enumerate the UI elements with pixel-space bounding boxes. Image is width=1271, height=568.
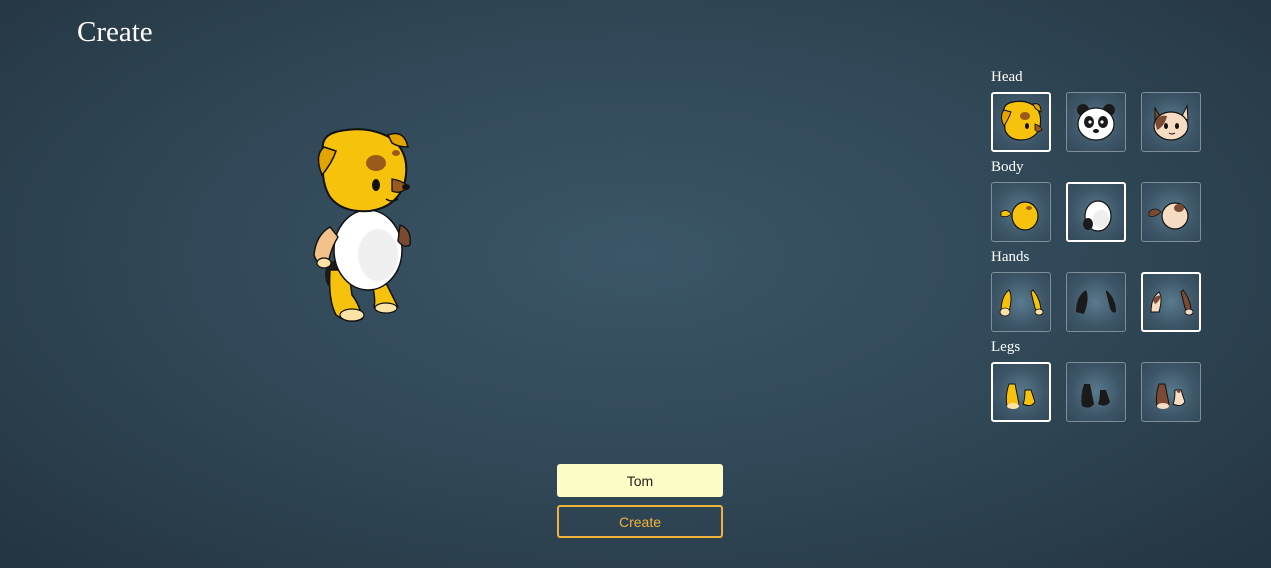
- cat-hands-icon: [1150, 289, 1194, 316]
- panda-legs-icon: [1081, 384, 1110, 408]
- legs-section: Legs: [991, 336, 1221, 422]
- hands-section-label: Hands: [991, 249, 1030, 265]
- body-option-cat[interactable]: [1141, 182, 1201, 242]
- head-option-dog[interactable]: [991, 92, 1051, 152]
- cat-legs-icon: [1155, 383, 1186, 409]
- panda-hands-icon: [1076, 290, 1116, 314]
- dog-head-icon: [1001, 100, 1043, 141]
- body-section-label: Body: [991, 159, 1024, 175]
- body-option-dog[interactable]: [991, 182, 1051, 242]
- cat-head-icon: [1153, 104, 1189, 141]
- hands-option-dog[interactable]: [991, 272, 1051, 332]
- head-option-panda[interactable]: [1066, 92, 1126, 152]
- panda-body-icon: [1083, 200, 1112, 232]
- name-input[interactable]: [557, 464, 723, 497]
- legs-option-dog[interactable]: [991, 362, 1051, 422]
- panda-head-icon: [1077, 104, 1115, 141]
- create-button[interactable]: Create: [557, 505, 723, 538]
- head-option-cat[interactable]: [1141, 92, 1201, 152]
- head-section-label: Head: [991, 69, 1023, 85]
- legs-section-label: Legs: [991, 339, 1021, 355]
- hands-option-panda[interactable]: [1066, 272, 1126, 332]
- dog-legs-icon: [1005, 383, 1036, 409]
- character-preview: [300, 125, 430, 330]
- body-option-panda[interactable]: [1066, 182, 1126, 242]
- character-preview-icon: [313, 128, 411, 322]
- body-section: Body: [991, 156, 1221, 242]
- page-title: Create: [77, 16, 153, 48]
- head-section: Head: [991, 66, 1221, 152]
- hands-option-cat[interactable]: [1141, 272, 1201, 332]
- legs-option-cat[interactable]: [1141, 362, 1201, 422]
- hands-section: Hands: [991, 246, 1221, 332]
- customization-panel: Head Body Hands Legs: [991, 66, 1221, 426]
- cat-body-icon: [1148, 202, 1189, 230]
- dog-body-icon: [1000, 201, 1039, 231]
- legs-option-panda[interactable]: [1066, 362, 1126, 422]
- dog-hands-icon: [999, 289, 1044, 317]
